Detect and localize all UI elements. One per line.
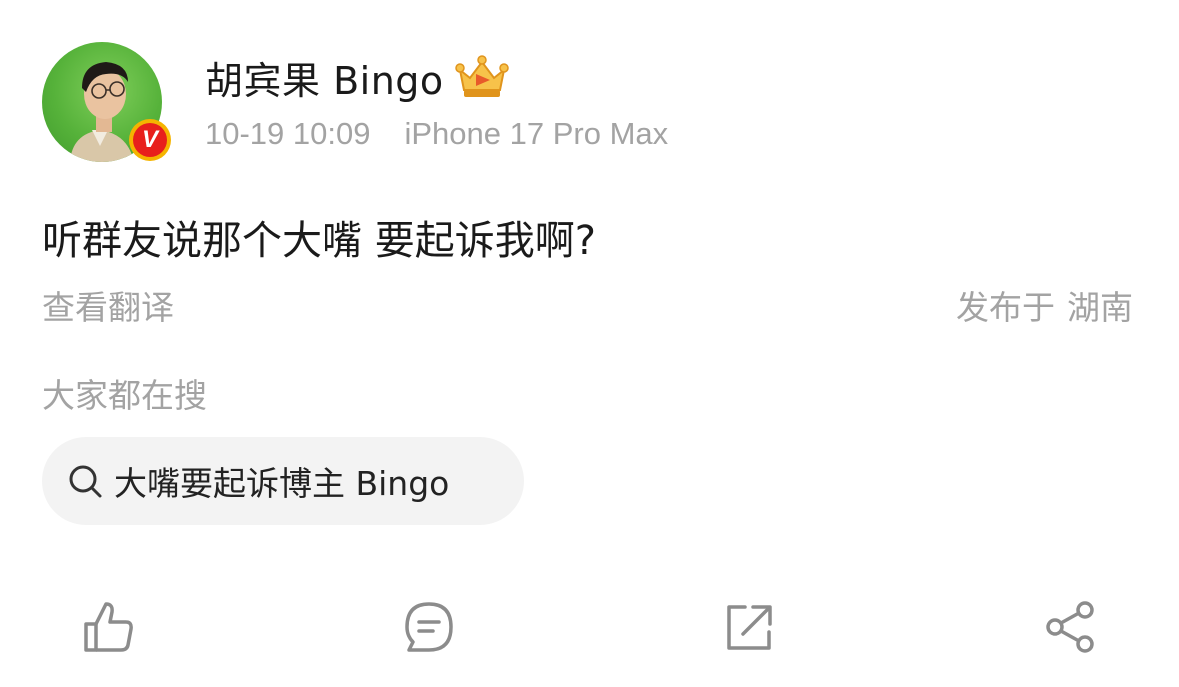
trending-search-query: 大嘴要起诉博主 Bingo xyxy=(114,464,450,503)
post-time: 10-19 10:09 xyxy=(205,116,371,151)
like-button[interactable] xyxy=(80,598,136,656)
thumbs-up-icon xyxy=(84,602,133,652)
location-prefix: 发布于 xyxy=(956,288,1055,327)
crown-badge-icon[interactable] xyxy=(454,54,510,100)
comment-icon xyxy=(405,602,453,652)
share-icon xyxy=(1046,601,1094,653)
post-location: 发布于 湖南 xyxy=(956,281,1133,329)
comment-button[interactable] xyxy=(401,598,457,656)
post-meta: 10-19 10:09 iPhone 17 Pro Max xyxy=(205,116,668,152)
trending-search-title: 大家都在搜 xyxy=(42,376,207,415)
search-icon xyxy=(69,465,102,498)
verified-badge-label: V xyxy=(133,123,167,157)
repost-button[interactable] xyxy=(721,598,777,656)
post-text: 听群友说那个大嘴 要起诉我啊? xyxy=(42,218,596,264)
author-row: 胡宾果 Bingo xyxy=(205,48,510,106)
author-name[interactable]: 胡宾果 Bingo xyxy=(205,50,444,105)
translate-link[interactable]: 查看翻译 xyxy=(42,281,174,329)
post-device: iPhone 17 Pro Max xyxy=(404,116,669,151)
repost-icon xyxy=(727,605,772,650)
trending-search-pill[interactable]: 大嘴要起诉博主 Bingo xyxy=(42,437,524,525)
verified-badge: V xyxy=(129,119,171,161)
location-place: 湖南 xyxy=(1067,288,1133,327)
share-button[interactable] xyxy=(1043,598,1099,656)
